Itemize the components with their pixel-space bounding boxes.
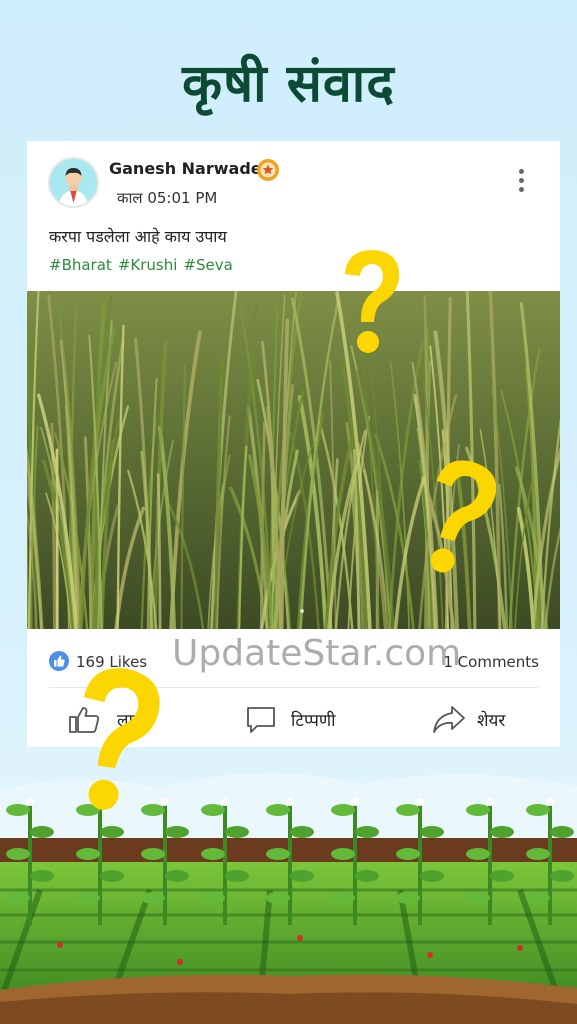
post-text: करपा पडलेला आहे काय उपाय [49, 227, 227, 246]
more-options-icon[interactable] [511, 169, 531, 195]
share-icon [433, 706, 465, 733]
avatar[interactable] [48, 157, 99, 208]
hashtag[interactable]: #Krushi [118, 256, 178, 274]
comments-count[interactable]: 1 Comments [443, 653, 539, 671]
badge-icon [256, 158, 280, 182]
hashtag[interactable]: #Bharat [49, 256, 112, 274]
post-card: Ganesh Narwade काल 05:01 PM करपा पडलेला … [27, 141, 560, 747]
hashtags: #Bharat #Krushi #Seva [49, 256, 239, 274]
author-name[interactable]: Ganesh Narwade [109, 159, 262, 178]
hashtag[interactable]: #Seva [183, 256, 232, 274]
page-title: कृषी संवाद [182, 54, 395, 114]
comment-label: टिप्पणी [291, 711, 336, 731]
avatar-icon [50, 159, 97, 206]
comment-button[interactable]: टिप्पणी [245, 699, 365, 739]
share-button[interactable]: शेयर [431, 699, 541, 739]
share-label: शेयर [477, 711, 506, 731]
screen: कृषी संवाद Ganesh Narwade काल 05:01 PM क… [0, 0, 577, 1024]
question-mark-icon [83, 668, 160, 810]
post-time: काल 05:01 PM [117, 189, 218, 207]
comment-icon [247, 707, 275, 733]
question-mark-icon [345, 250, 400, 353]
question-mark-icon [430, 460, 497, 573]
